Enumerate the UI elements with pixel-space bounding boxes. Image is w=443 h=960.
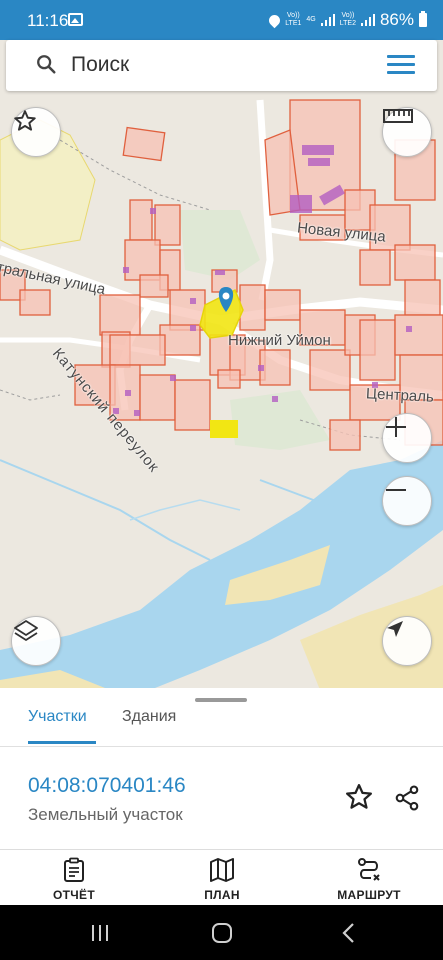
network-4g: 4G [306,16,316,23]
tab-buildings[interactable]: Здания [122,708,176,726]
network-sim2: Vo)) LTE2 [340,12,356,28]
signal-icon-2 [360,14,375,26]
home-icon [212,922,232,943]
bottom-sheet: Участки Здания 04:08:070401:46 Земельный… [0,688,443,848]
lte2-label: LTE2 [339,20,356,27]
android-navigation-bar [0,905,443,960]
gallery-notification-icon [68,13,83,26]
map-icon [210,858,234,882]
back-icon [342,922,354,943]
star-icon [14,110,36,131]
home-button[interactable] [192,905,252,960]
location-icon [266,12,283,28]
search-bar[interactable]: Поиск [6,40,437,91]
sheet-drag-handle[interactable] [195,698,247,702]
bottom-navigation: ОТЧЁТ ПЛАН МАРШРУТ [0,849,443,905]
network-sim1: Vo)) LTE1 [285,12,301,28]
nav-plan-label: ПЛАН [204,888,240,902]
map-label-village: Нижний Уймон [228,332,331,349]
favorite-button[interactable] [11,107,61,157]
recents-button[interactable] [70,905,130,960]
nav-route-label: МАРШРУТ [337,888,401,902]
navigation-arrow-icon [387,621,403,637]
battery-icon [419,11,427,27]
nav-plan[interactable]: ПЛАН [167,850,277,906]
recents-icon [92,924,108,941]
route-icon [358,858,380,881]
status-indicators: Vo)) LTE1 4G Vo)) LTE2 86% [266,10,427,30]
parcel-type: Земельный участок [28,805,183,824]
signal-icon-1 [320,14,335,26]
status-bar: 11:16 Vo)) LTE1 4G Vo)) LTE2 86% [0,0,443,40]
search-input[interactable]: Поиск [71,53,129,77]
share-icon[interactable] [393,784,421,812]
sheet-divider [0,746,443,747]
back-button[interactable] [318,905,378,960]
volte-label-1: Vo)) [286,12,300,19]
ruler-icon [383,109,413,123]
nav-report[interactable]: ОТЧЁТ [19,850,129,906]
nav-route[interactable]: МАРШРУТ [314,850,424,906]
zoom-out-button[interactable] [382,476,432,526]
screen: Новая улица тральная улица Катунский пер… [0,0,443,960]
map-label-central-street-right: Централь [365,385,435,406]
layers-icon [14,620,38,641]
locate-button[interactable] [382,616,432,666]
search-icon[interactable] [35,53,57,75]
parcel-cadastral-number[interactable]: 04:08:070401:46 [28,774,186,798]
star-outline-icon[interactable] [344,782,374,812]
plus-icon [386,417,406,437]
hamburger-menu-icon[interactable] [387,55,415,75]
status-time: 11:16 [27,11,69,30]
nav-report-label: ОТЧЁТ [53,888,95,902]
minus-icon [386,489,406,491]
map-view[interactable]: Новая улица тральная улица Катунский пер… [0,40,443,690]
battery-percent: 86% [379,10,414,29]
lte1-label: LTE1 [285,20,302,27]
tab-parcels[interactable]: Участки [28,708,87,726]
ruler-button[interactable] [382,107,432,157]
zoom-in-button[interactable] [382,413,432,463]
volte-label-2: Vo)) [341,12,355,19]
clipboard-icon [64,857,84,882]
layers-button[interactable] [11,616,61,666]
active-tab-indicator [28,741,96,744]
